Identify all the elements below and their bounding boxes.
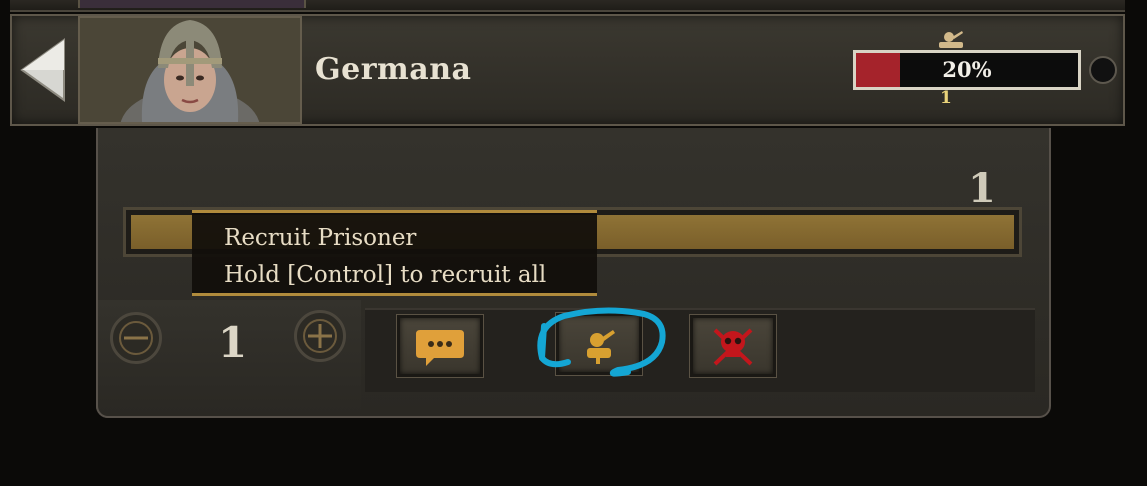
back-arrow-button[interactable] bbox=[18, 36, 68, 104]
character-name: Germana bbox=[315, 52, 472, 87]
tooltip-hint: Hold [Control] to recruit all bbox=[224, 262, 547, 288]
minus-icon bbox=[119, 321, 153, 355]
decrease-button[interactable] bbox=[110, 312, 162, 364]
progress-count: 1 bbox=[940, 88, 952, 108]
character-portrait[interactable] bbox=[78, 16, 302, 124]
left-arrow-icon bbox=[20, 38, 65, 102]
portrait-image bbox=[80, 18, 300, 122]
tooltip-title: Recruit Prisoner bbox=[224, 225, 417, 251]
tooltip: Recruit Prisoner Hold [Control] to recru… bbox=[192, 210, 597, 296]
slider-count: 1 bbox=[968, 165, 996, 212]
speech-bubble-icon bbox=[416, 330, 464, 366]
quantity-value: 1 bbox=[218, 318, 248, 367]
skull-crossbones-icon bbox=[713, 328, 753, 366]
recruit-status-icon bbox=[935, 30, 967, 50]
talk-button[interactable] bbox=[397, 315, 483, 377]
plus-icon bbox=[303, 319, 337, 353]
highlight-annotation bbox=[534, 306, 668, 380]
previous-portrait-edge bbox=[78, 0, 306, 8]
increase-button[interactable] bbox=[294, 310, 346, 362]
recruit-progress-bar: 20% bbox=[853, 50, 1081, 90]
execute-button[interactable] bbox=[690, 315, 776, 377]
select-toggle-button[interactable] bbox=[1089, 56, 1117, 84]
progress-text: 20% bbox=[942, 57, 992, 82]
